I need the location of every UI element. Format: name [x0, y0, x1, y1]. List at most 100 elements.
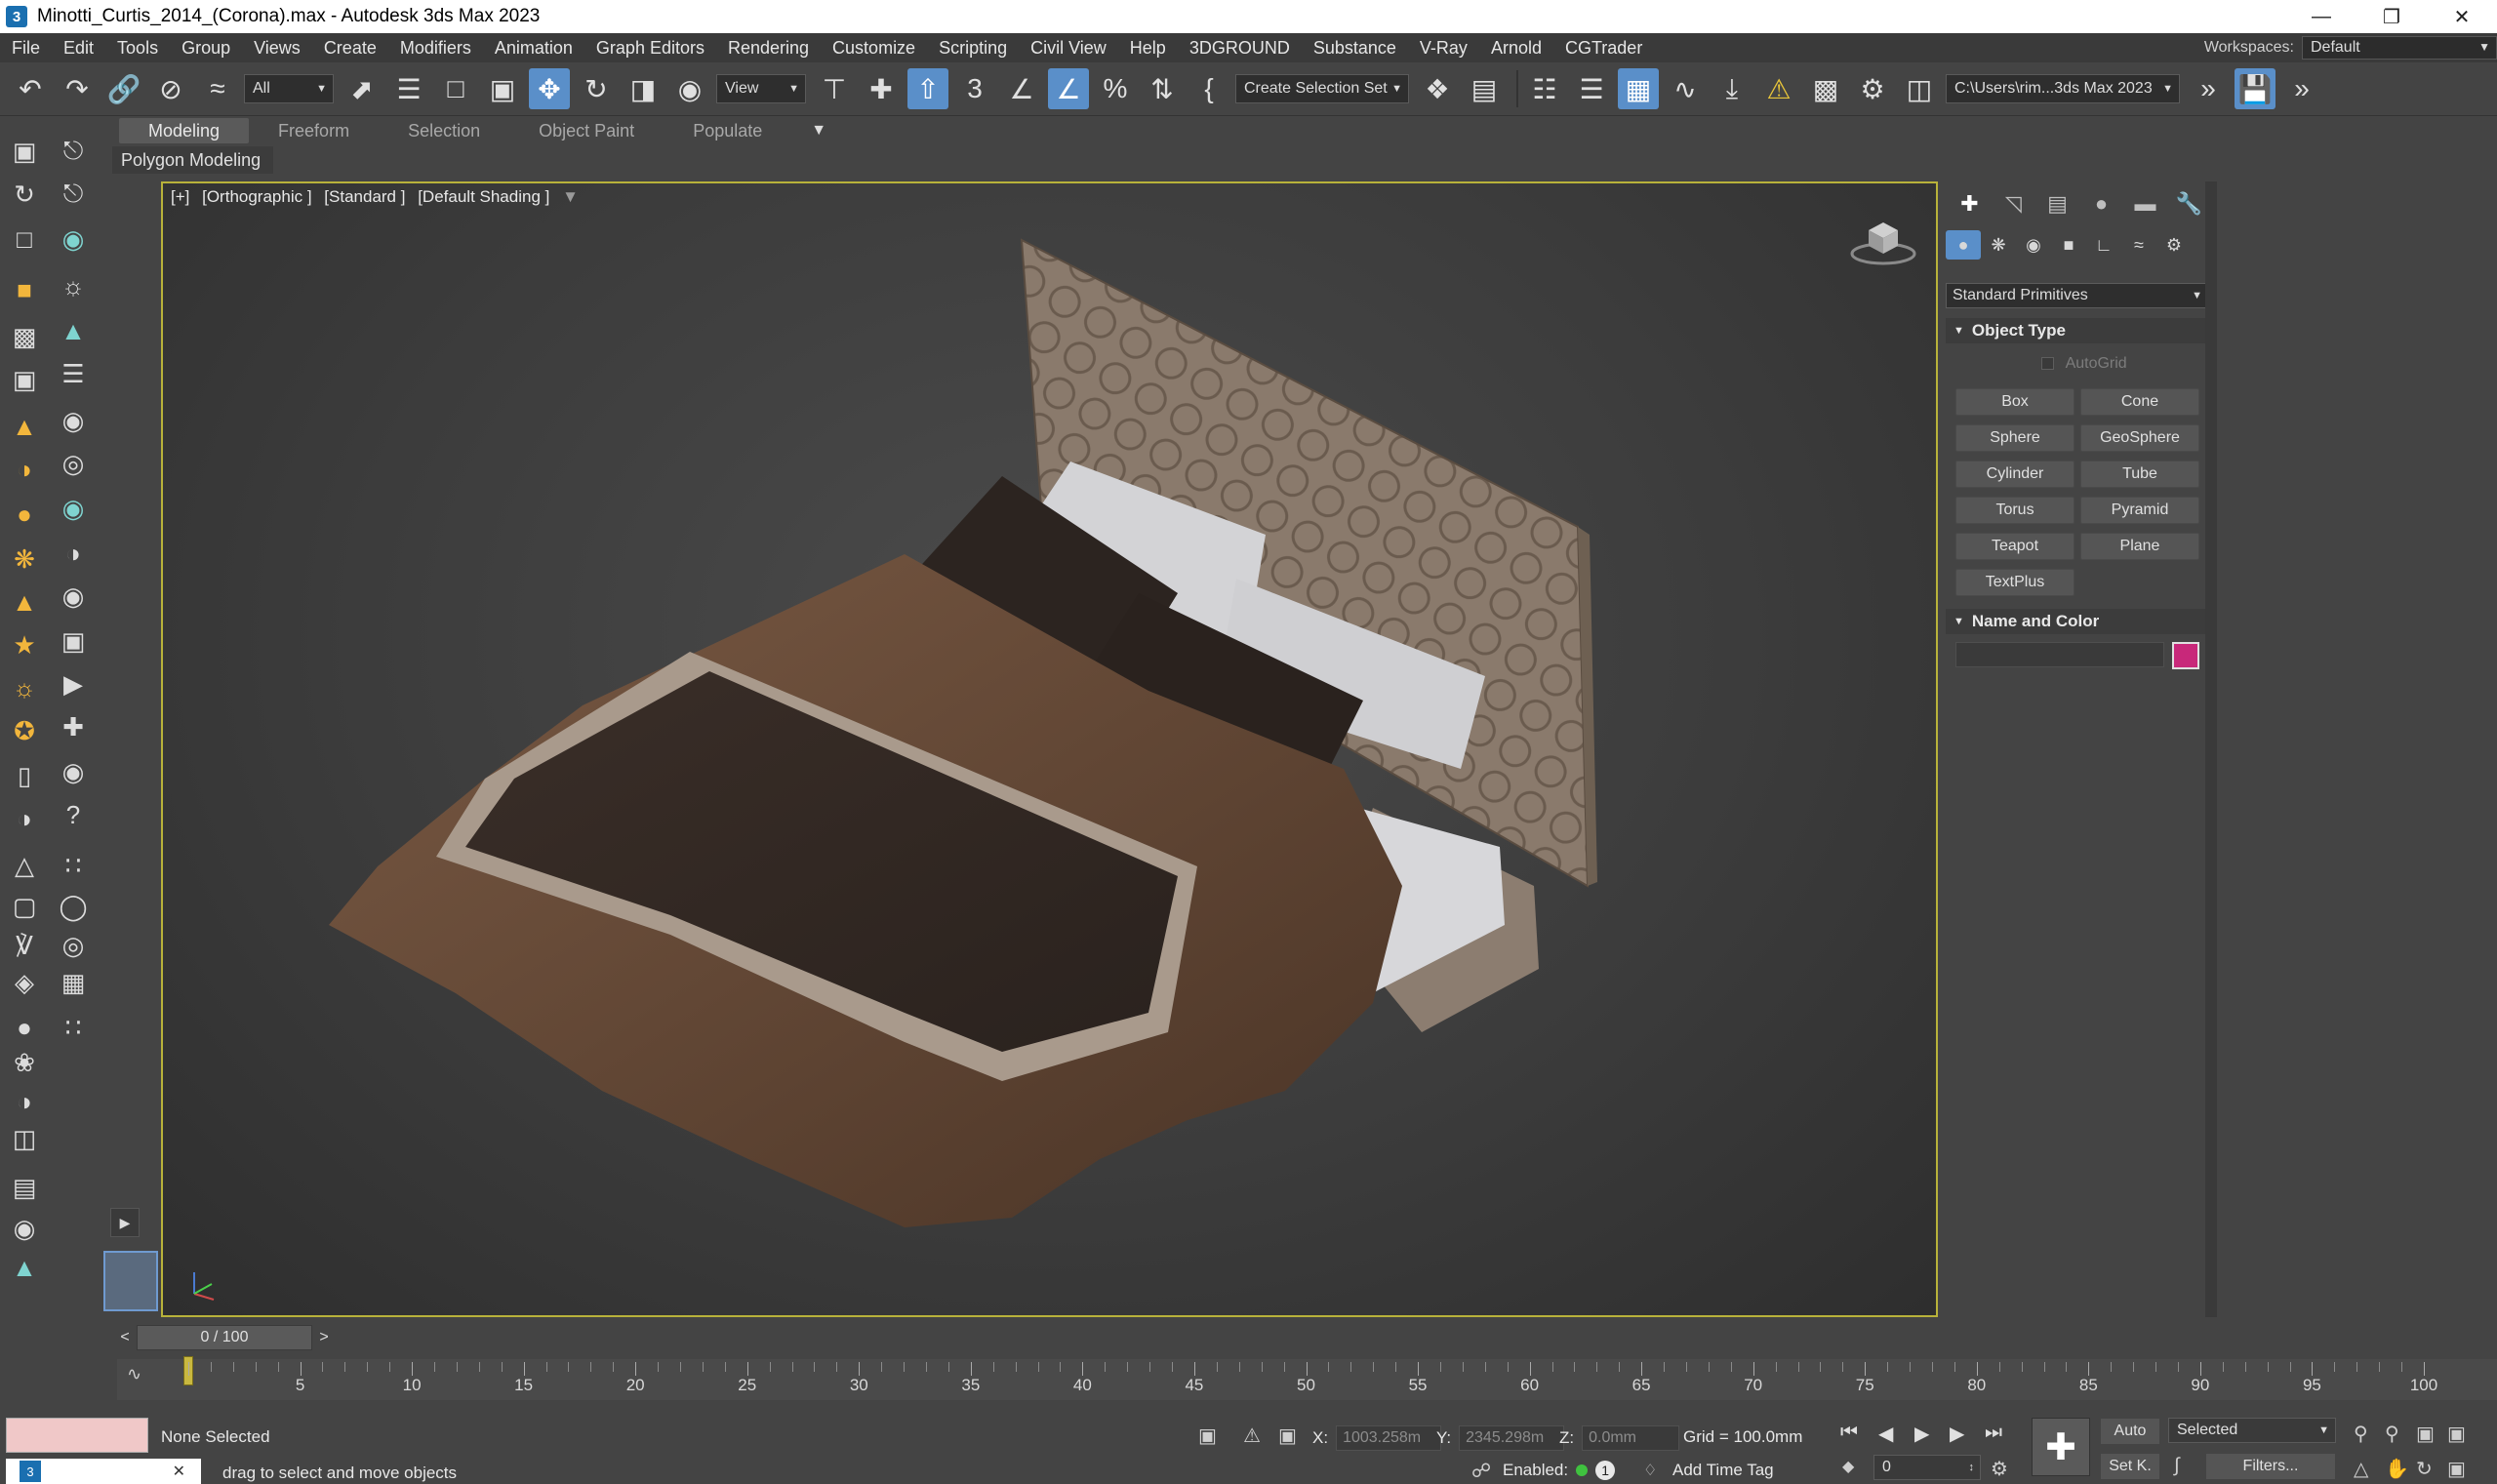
key-mode-toggle-icon[interactable]: ◆: [1842, 1457, 1854, 1476]
dome-icon[interactable]: ◉: [55, 402, 92, 439]
motion-tab-icon[interactable]: ●: [2079, 189, 2123, 219]
restore-icon[interactable]: ❐: [2356, 0, 2427, 33]
placement-icon[interactable]: ◉: [669, 68, 710, 109]
overflow-2-icon[interactable]: »: [2281, 68, 2322, 109]
undo-icon[interactable]: ↶: [10, 68, 51, 109]
z-field[interactable]: 0.0mm: [1582, 1425, 1680, 1451]
schematic-view-icon[interactable]: ⤓: [1712, 68, 1752, 109]
x-field[interactable]: 1003.258m: [1336, 1425, 1442, 1451]
fire-icon[interactable]: ◈: [6, 964, 43, 1001]
geosphere-icon[interactable]: ❋: [6, 541, 43, 578]
menu-cgtrader[interactable]: CGTrader: [1553, 38, 1654, 59]
display-tab-icon[interactable]: ▬: [2123, 189, 2167, 219]
sky-icon[interactable]: ✪: [6, 712, 43, 749]
menu-civil-view[interactable]: Civil View: [1019, 38, 1118, 59]
primitive-category-dropdown[interactable]: Standard Primitives ▼: [1946, 283, 2211, 308]
tab-freeform[interactable]: Freeform: [249, 118, 379, 143]
menu-graph-editors[interactable]: Graph Editors: [584, 38, 716, 59]
next-key-icon[interactable]: ▶: [1950, 1422, 1964, 1446]
tab-modeling[interactable]: Modeling: [119, 118, 250, 143]
cameras-icon[interactable]: ■: [2051, 230, 2086, 260]
unlink-icon[interactable]: ⊘: [150, 68, 191, 109]
selection-filter-dropdown[interactable]: All ▼: [244, 74, 334, 103]
layers-icon[interactable]: ◫: [6, 1120, 43, 1157]
orbit-icon[interactable]: ↻: [6, 176, 43, 213]
command-panel-scrollbar[interactable]: [2205, 181, 2217, 1317]
time-slider[interactable]: < 0 / 100 >: [107, 1325, 2497, 1352]
vertex-icon[interactable]: ∷: [55, 847, 92, 884]
viewport-orthographic[interactable]: [+] [Orthographic ] [Standard ] [Default…: [161, 181, 1938, 1317]
track-ruler[interactable]: 5 10 15 20 25 30 35 40 45 50 55 60 65 70 75 80 85 90 95 100: [183, 1354, 2437, 1403]
overflow-icon[interactable]: »: [2188, 68, 2229, 109]
rect-region-icon[interactable]: □: [435, 68, 476, 109]
bulb-icon[interactable]: ◉: [55, 578, 92, 615]
palette-icon[interactable]: ◑: [55, 535, 92, 572]
flame-icon[interactable]: ★: [6, 626, 43, 663]
material-editor-icon[interactable]: ▩: [1805, 68, 1846, 109]
curve-editor-icon[interactable]: ∿: [1665, 68, 1706, 109]
element-icon[interactable]: ◯: [55, 888, 92, 925]
helpers-icon[interactable]: ∟: [2086, 230, 2121, 260]
shapes-icon[interactable]: ❋: [1981, 230, 2016, 260]
time-slider-thumb[interactable]: 0 / 100: [137, 1325, 312, 1350]
hierarchy-tab-icon[interactable]: ▤: [2035, 189, 2079, 219]
key-tangent-icon[interactable]: ∫: [2174, 1455, 2179, 1477]
adaptive-degradation-icon[interactable]: ☍: [1471, 1459, 1491, 1483]
textplus-button[interactable]: TextPlus: [1955, 569, 2074, 596]
pivot-tool-icon[interactable]: △: [6, 847, 43, 884]
maxscript-listener[interactable]: [6, 1418, 148, 1453]
goto-end-icon[interactable]: ⏭: [1985, 1422, 2002, 1444]
project-path-dropdown[interactable]: C:\Users\rim...3ds Max 2023 ▼: [1946, 74, 2180, 103]
layer-explorer-icon[interactable]: ☰: [1571, 68, 1612, 109]
play-icon[interactable]: ▶: [1914, 1422, 1929, 1446]
warning-icon[interactable]: ⚠: [1758, 68, 1799, 109]
edit-named-sets-icon[interactable]: ⇅: [1142, 68, 1183, 109]
viewport-icon[interactable]: □: [6, 221, 43, 258]
menu-views[interactable]: Views: [242, 38, 312, 59]
keyboard-shortcut-icon[interactable]: ⇧: [907, 68, 948, 109]
percent-snap-icon[interactable]: ∠: [1048, 68, 1089, 109]
time-config-icon[interactable]: ⚙: [1991, 1457, 2008, 1481]
zoom-all-icon[interactable]: ⚲: [2385, 1422, 2399, 1446]
select-object-icon[interactable]: ⬈: [342, 68, 383, 109]
expand-toolbar-icon[interactable]: ▶: [110, 1208, 140, 1237]
name-and-color-rollout[interactable]: ▼ Name and Color: [1946, 609, 2211, 634]
snapshot-icon[interactable]: ✚: [55, 708, 92, 745]
viewcube-icon[interactable]: [1849, 211, 1917, 269]
cone-button[interactable]: Cone: [2080, 388, 2199, 416]
grass-icon[interactable]: ℣: [6, 927, 43, 964]
current-frame-field[interactable]: 0 ↕: [1873, 1455, 1981, 1480]
light-bulb-icon[interactable]: ◉: [55, 221, 92, 258]
autogrid-checkbox[interactable]: AutoGrid: [2041, 355, 2127, 373]
vfb-icon[interactable]: ▶: [55, 665, 92, 702]
cameras-group-icon[interactable]: ⎋: [55, 176, 92, 213]
tab-populate[interactable]: Populate: [664, 118, 791, 143]
tree-icon[interactable]: ▲: [55, 312, 92, 349]
select-manipulate-icon[interactable]: ✚: [861, 68, 902, 109]
y-field[interactable]: 2345.298m: [1459, 1425, 1565, 1451]
half-sphere-icon[interactable]: ◑: [6, 451, 43, 488]
object-color-swatch[interactable]: [2172, 642, 2199, 669]
close-icon[interactable]: ✕: [2427, 0, 2497, 33]
vray-logo-icon[interactable]: ◉: [6, 1210, 43, 1247]
target-icon[interactable]: ◎: [55, 445, 92, 482]
select-by-name-icon[interactable]: ☰: [388, 68, 429, 109]
sphere-map-icon[interactable]: ◉: [55, 490, 92, 527]
material-icon[interactable]: ■: [6, 271, 43, 308]
render-icon[interactable]: 💾: [2235, 68, 2275, 109]
minimize-icon[interactable]: —: [2286, 0, 2356, 33]
spacewarps-icon[interactable]: ≈: [2121, 230, 2156, 260]
align-icon[interactable]: ▤: [1464, 68, 1505, 109]
sphere-icon[interactable]: ●: [6, 496, 43, 533]
set-key-button[interactable]: ✚: [2032, 1418, 2090, 1476]
menu-substance[interactable]: Substance: [1302, 38, 1408, 59]
lights-icon[interactable]: ◉: [2016, 230, 2051, 260]
key-filter-dropdown[interactable]: Selected ▼: [2168, 1418, 2336, 1443]
link-icon[interactable]: 🔗: [103, 68, 144, 109]
mirror-icon[interactable]: ❖: [1417, 68, 1458, 109]
prev-frame-button[interactable]: <: [113, 1325, 137, 1350]
isolate-icon[interactable]: ▣: [1198, 1424, 1217, 1448]
snap-3d-icon[interactable]: 3: [954, 68, 995, 109]
teapot-button[interactable]: Teapot: [1955, 533, 2074, 560]
torus-button[interactable]: Torus: [1955, 497, 2074, 524]
